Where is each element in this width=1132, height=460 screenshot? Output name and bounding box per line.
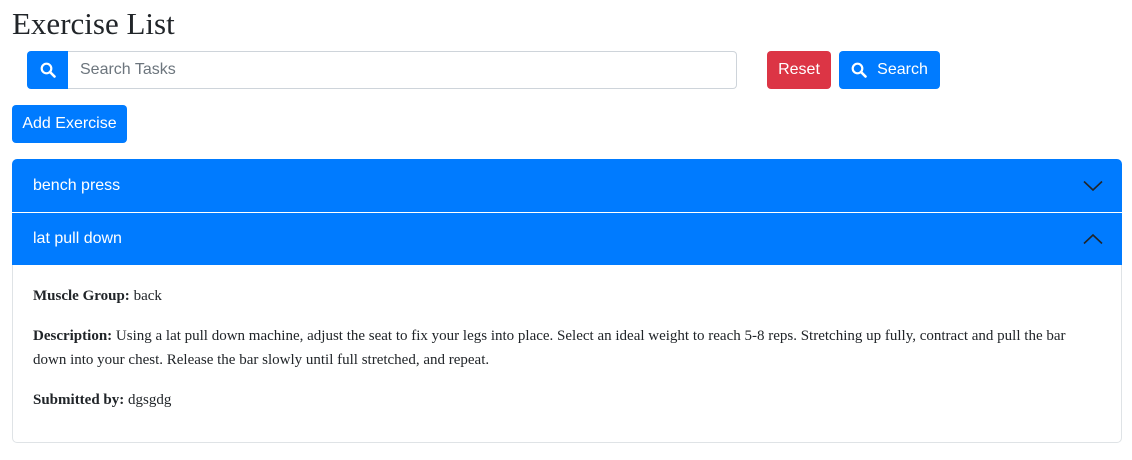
muscle-group-value: back: [133, 288, 162, 304]
exercise-name: bench press: [33, 176, 121, 194]
chevron-down-icon: [1083, 180, 1103, 191]
search-icon: [851, 62, 867, 78]
muscle-group-row: Muscle Group: back: [33, 284, 1101, 308]
chevron-up-icon: [1083, 233, 1103, 245]
page-title: Exercise List: [12, 6, 175, 41]
reset-button[interactable]: Reset: [767, 51, 831, 89]
muscle-group-label: Muscle Group:: [33, 288, 130, 304]
search-icon: [27, 51, 68, 89]
accordion-header-bench-press[interactable]: bench press: [12, 159, 1122, 212]
add-exercise-button[interactable]: Add Exercise: [12, 105, 127, 143]
submitted-by-row: Submitted by: dgsgdg: [33, 388, 1101, 412]
search-button[interactable]: Search: [839, 51, 940, 89]
description-row: Description: Using a lat pull down machi…: [33, 324, 1101, 372]
submitted-by-value: dgsgdg: [128, 392, 172, 408]
reset-button-label: Reset: [778, 61, 820, 78]
submitted-by-label: Submitted by:: [33, 392, 125, 408]
search-button-label: Search: [877, 61, 928, 78]
search-bar: [27, 51, 737, 89]
accordion-body-lat-pull-down: Muscle Group: back Description: Using a …: [12, 265, 1122, 443]
add-exercise-button-label: Add Exercise: [22, 115, 117, 132]
description-value: Using a lat pull down machine, adjust th…: [33, 328, 1066, 368]
accordion-header-lat-pull-down[interactable]: lat pull down: [12, 213, 1122, 265]
search-input[interactable]: [68, 51, 737, 89]
exercise-accordion: bench press lat pull down Muscle Group: …: [12, 159, 1122, 443]
exercise-name: lat pull down: [33, 230, 122, 247]
description-label: Description:: [33, 328, 113, 344]
